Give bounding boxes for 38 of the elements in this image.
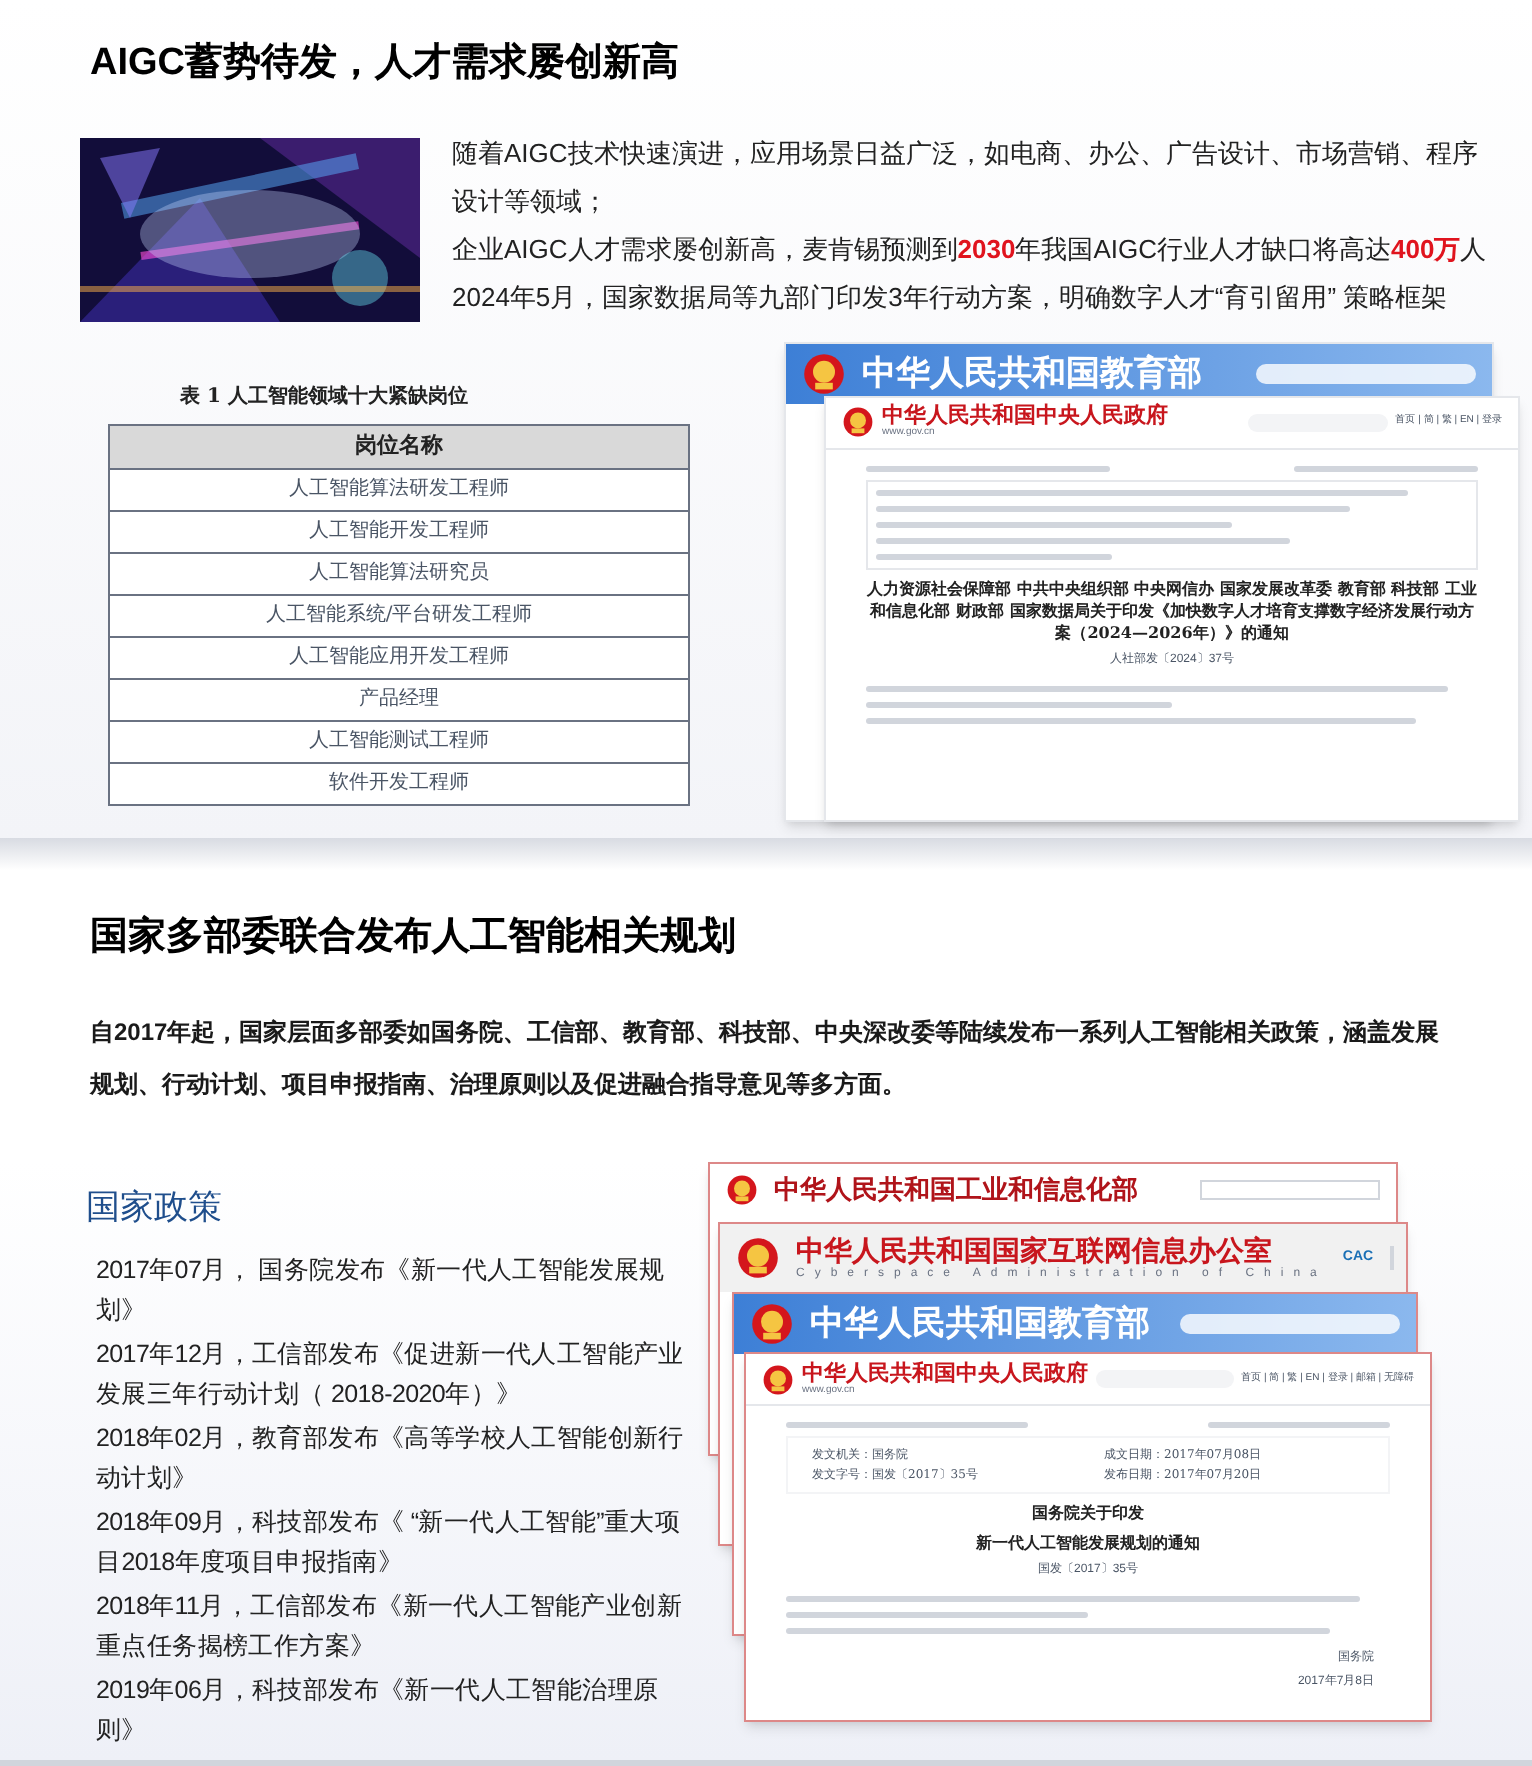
policy-item: 2018年02月，教育部发布《高等学校人工智能创新行动计划》: [94, 1421, 686, 1495]
site-name: 中华人民共和国教育部: [862, 351, 1202, 396]
table-cell: 人工智能系统/平台研发工程师: [108, 595, 690, 637]
body-text: 2024年5月，国家数据局等九部门印发3年行动方案，明确数字人才“育引留用” 策略框架: [452, 279, 1450, 315]
site-name: 中华人民共和国教育部: [810, 1302, 1150, 1347]
site-name: 中华人民共和国国家互联网信息办公室: [796, 1236, 1274, 1264]
table-caption: 表 1 人工智能领域十大紧缺岗位: [178, 383, 470, 411]
table-cell: 人工智能应用开发工程师: [108, 637, 690, 679]
site-name: 中华人民共和国中央人民政府: [882, 406, 1168, 428]
intro-text: 自2017年起，国家层面多部委如国务院、工信部、教育部、科技部、中央深改委等陆续发布一系列人工智能相关政策，涵盖发展规划、行动计划、项目申报指南、治理原则以及促进融合指导意见等多方面。: [87, 1016, 1442, 1102]
policy-item: 2018年09月，科技部发布《 “新一代人工智能”重大项目2018年度项目申报指南》: [94, 1505, 683, 1579]
emblem-icon: [736, 1236, 780, 1280]
emblem-icon: [762, 1363, 794, 1395]
table-cell: 人工智能测试工程师: [108, 721, 690, 763]
document-title: 国务院关于印发: [1030, 1502, 1146, 1524]
document-title: 新一代人工智能发展规划的通知: [974, 1532, 1202, 1554]
body-text: 随着AIGC技术快速演进，应用场景日益广泛，如电商、办公、广告设计、市场营销、程序设计等领域；: [452, 135, 1480, 219]
section-title: AIGC蓄势待发，人才需求屡创新高: [88, 39, 681, 88]
table-header: 岗位名称: [108, 423, 690, 469]
policy-item: 2017年12月，工信部发布《促进新一代人工智能产业发展三年行动计划（ 2018-2020年）》: [94, 1337, 686, 1411]
policy-item: 2018年11月，工信部发布《新一代人工智能产业创新重点任务揭榜工作方案》: [94, 1589, 684, 1663]
table-cell: 人工智能算法研发工程师: [108, 469, 690, 511]
site-name: 中华人民共和国工业和信息化部: [774, 1172, 1138, 1209]
policy-item: 2017年07月， 国务院发布《新一代人工智能发展规划》: [94, 1253, 667, 1327]
table-cell: 产品经理: [108, 679, 690, 721]
emblem-icon: [750, 1302, 794, 1346]
emblem-icon: [842, 406, 874, 438]
section-title: 国家多部委联合发布人工智能相关规划: [88, 913, 738, 961]
emblem-icon: [726, 1174, 758, 1206]
site-name: 中华人民共和国中央人民政府: [802, 1363, 1088, 1385]
document-title: 人力资源社会保障部 中共中央组织部 中央网信办 国家发展改革委 教育部 科技部 工业和信息化部 财政部 国家数据局关于印发《加快数字人才培育支撑数字经济发展行动方案（2024—2026年）》的通知: [866, 577, 1478, 643]
table-cell: 人工智能开发工程师: [108, 511, 690, 553]
policy-heading: 国家政策: [86, 1186, 224, 1230]
body-text: 企业AIGC人才需求屡创新高，麦肯锡预测到2030年我国AIGC行业人才缺口将高达400万人: [452, 231, 1489, 267]
table-cell: 人工智能算法研究员: [108, 553, 690, 595]
policy-item: 2019年06月，科技部发布《新一代人工智能治理原则》: [94, 1673, 661, 1747]
table-cell: 软件开发工程师: [108, 763, 690, 805]
emblem-icon: [802, 351, 846, 395]
